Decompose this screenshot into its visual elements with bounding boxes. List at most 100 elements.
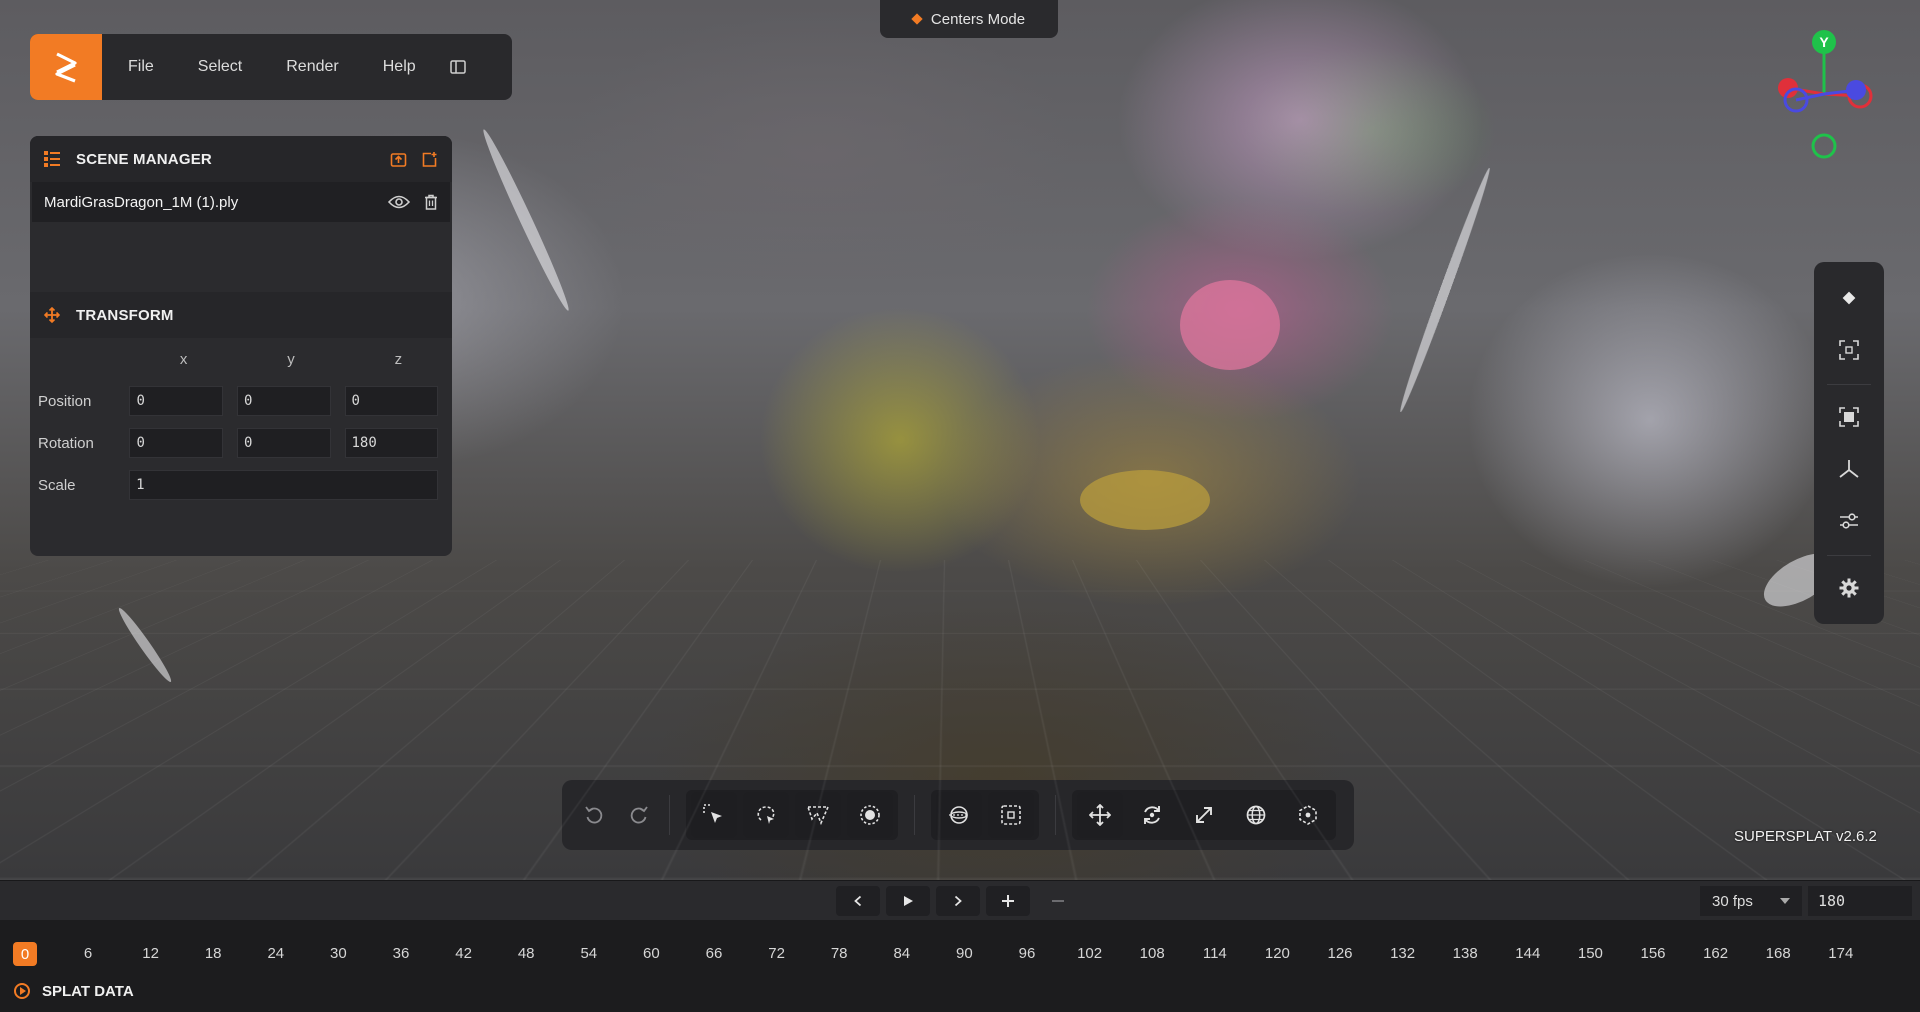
column-y: y — [287, 350, 295, 368]
position-y-input[interactable]: 0 — [236, 386, 331, 416]
rotate-icon[interactable] — [1129, 792, 1175, 838]
transform-body: x y z Position 0 0 0 Rotation 0 0 180 Sc… — [30, 338, 452, 506]
transform-tools-group — [1072, 790, 1336, 840]
timeline-tick: 132 — [1390, 945, 1416, 962]
lasso-icon[interactable] — [743, 792, 790, 838]
redo-icon[interactable] — [620, 792, 659, 838]
panel-toggle-icon[interactable] — [446, 55, 470, 79]
scene-list-empty-area — [30, 222, 452, 292]
splat-streak — [478, 126, 574, 314]
timeline-tick: 174 — [1828, 945, 1854, 962]
column-x: x — [179, 350, 188, 368]
move-icon — [44, 307, 60, 323]
reset-camera-icon[interactable] — [1827, 395, 1871, 439]
scene-item-name: MardiGrasDragon_1M (1).ply — [44, 193, 239, 211]
splat-data-bar[interactable]: SPLAT DATA — [0, 970, 1920, 1012]
timeline-tick: 126 — [1327, 945, 1353, 962]
axis-z-handle[interactable] — [1846, 80, 1866, 100]
timeline-tick: 78 — [830, 945, 848, 962]
diamond-icon[interactable] — [1827, 276, 1871, 320]
next-frame-icon[interactable] — [936, 886, 980, 916]
scene-manager-header: SCENE MANAGER — [30, 136, 452, 182]
add-key-icon[interactable] — [986, 886, 1030, 916]
remove-key-icon[interactable] — [1036, 886, 1080, 916]
axes-icon[interactable] — [1827, 447, 1871, 491]
supersplat-logo[interactable] — [30, 34, 102, 100]
volume-select-group — [931, 790, 1040, 840]
brush-select-icon[interactable] — [847, 792, 894, 838]
chevron-down-icon — [1780, 898, 1790, 904]
menu-help[interactable]: Help — [361, 58, 438, 76]
menu-select[interactable]: Select — [176, 58, 264, 76]
frame-selection-icon[interactable] — [1827, 328, 1871, 372]
centers-mode-indicator[interactable]: Centers Mode — [880, 0, 1058, 38]
fps-select[interactable]: 30 fps — [1700, 886, 1802, 916]
timeline-tick: 114 — [1202, 945, 1227, 962]
trash-icon[interactable] — [424, 194, 438, 210]
diamond-icon — [911, 13, 923, 25]
position-x-input[interactable]: 0 — [129, 386, 223, 416]
menu-render[interactable]: Render — [264, 58, 360, 76]
timeline-tick: 42 — [455, 945, 472, 962]
selection-tools-group — [686, 790, 899, 840]
axis-y-label: Y — [1819, 34, 1829, 50]
box-select-icon[interactable] — [988, 792, 1035, 838]
separator — [1827, 384, 1871, 385]
timeline-tick: 120 — [1264, 945, 1290, 962]
timeline-tick: 150 — [1577, 945, 1603, 962]
menu-bar: File Select Render Help — [30, 34, 512, 100]
scale-icon[interactable] — [1181, 792, 1227, 838]
frame-count-input[interactable]: 180 — [1808, 886, 1912, 916]
current-frame-marker[interactable]: 0 — [13, 942, 37, 966]
timeline-tick: 72 — [768, 945, 785, 962]
transform-title: TRANSFORM — [76, 306, 174, 324]
transform-column-headers: x y z — [30, 338, 452, 380]
timeline-tick: 108 — [1139, 945, 1165, 962]
play-icon[interactable] — [886, 886, 930, 916]
menu-file[interactable]: File — [102, 58, 176, 76]
timeline-tick: 162 — [1703, 945, 1729, 962]
prev-frame-icon[interactable] — [836, 886, 880, 916]
rotation-z-input[interactable]: 180 — [344, 428, 439, 458]
timeline-tick: 156 — [1640, 945, 1666, 962]
scene-item[interactable]: MardiGrasDragon_1M (1).ply — [32, 182, 450, 222]
position-row: Position 0 0 0 — [30, 380, 452, 422]
timeline-controls: 30 fps 180 — [0, 880, 1920, 920]
timeline-tick: 96 — [1018, 945, 1036, 962]
rotation-x-input[interactable]: 0 — [129, 428, 223, 458]
sliders-icon[interactable] — [1827, 499, 1871, 543]
splat-data-label: SPLAT DATA — [42, 982, 134, 1000]
world-space-icon[interactable] — [1233, 792, 1279, 838]
rotation-label: Rotation — [38, 434, 94, 452]
import-icon[interactable] — [390, 151, 407, 168]
timeline-tick: 6 — [83, 945, 93, 962]
timeline-tick: 102 — [1077, 945, 1103, 962]
position-label: Position — [38, 392, 92, 410]
timeline-tick: 90 — [956, 945, 973, 962]
transform-header: TRANSFORM — [30, 292, 452, 338]
undo-icon[interactable] — [575, 792, 614, 838]
timeline-tick: 24 — [267, 945, 285, 962]
separator — [914, 795, 916, 835]
list-icon — [44, 151, 60, 167]
splat-streak — [1395, 166, 1495, 414]
settings-icon[interactable] — [1827, 566, 1871, 610]
eye-icon[interactable] — [388, 195, 410, 209]
sphere-select-icon[interactable] — [936, 792, 983, 838]
mode-label: Centers Mode — [930, 10, 1026, 28]
view-axis-gizmo[interactable]: Y — [1760, 24, 1890, 164]
rotation-y-input[interactable]: 0 — [236, 428, 331, 458]
timeline-ruler[interactable]: 0 6 12 18 24 30 36 42 48 54 60 66 72 78 84 90 96 102 108 1… — [0, 920, 1920, 970]
position-z-input[interactable]: 0 — [344, 386, 439, 416]
separator — [1827, 555, 1871, 556]
polygon-select-icon[interactable] — [795, 792, 842, 838]
new-scene-icon[interactable] — [421, 151, 438, 168]
origin-icon[interactable] — [1285, 792, 1331, 838]
timeline-tick: 144 — [1515, 945, 1541, 962]
rotation-row: Rotation 0 0 180 — [30, 422, 452, 464]
picker-icon[interactable] — [691, 792, 738, 838]
scene-manager-panel: SCENE MANAGER MardiGrasDragon_1M (1).ply… — [30, 136, 452, 556]
move-icon[interactable] — [1077, 792, 1123, 838]
axis-y-neg-handle[interactable] — [1811, 133, 1837, 159]
scale-input[interactable]: 1 — [129, 470, 438, 500]
